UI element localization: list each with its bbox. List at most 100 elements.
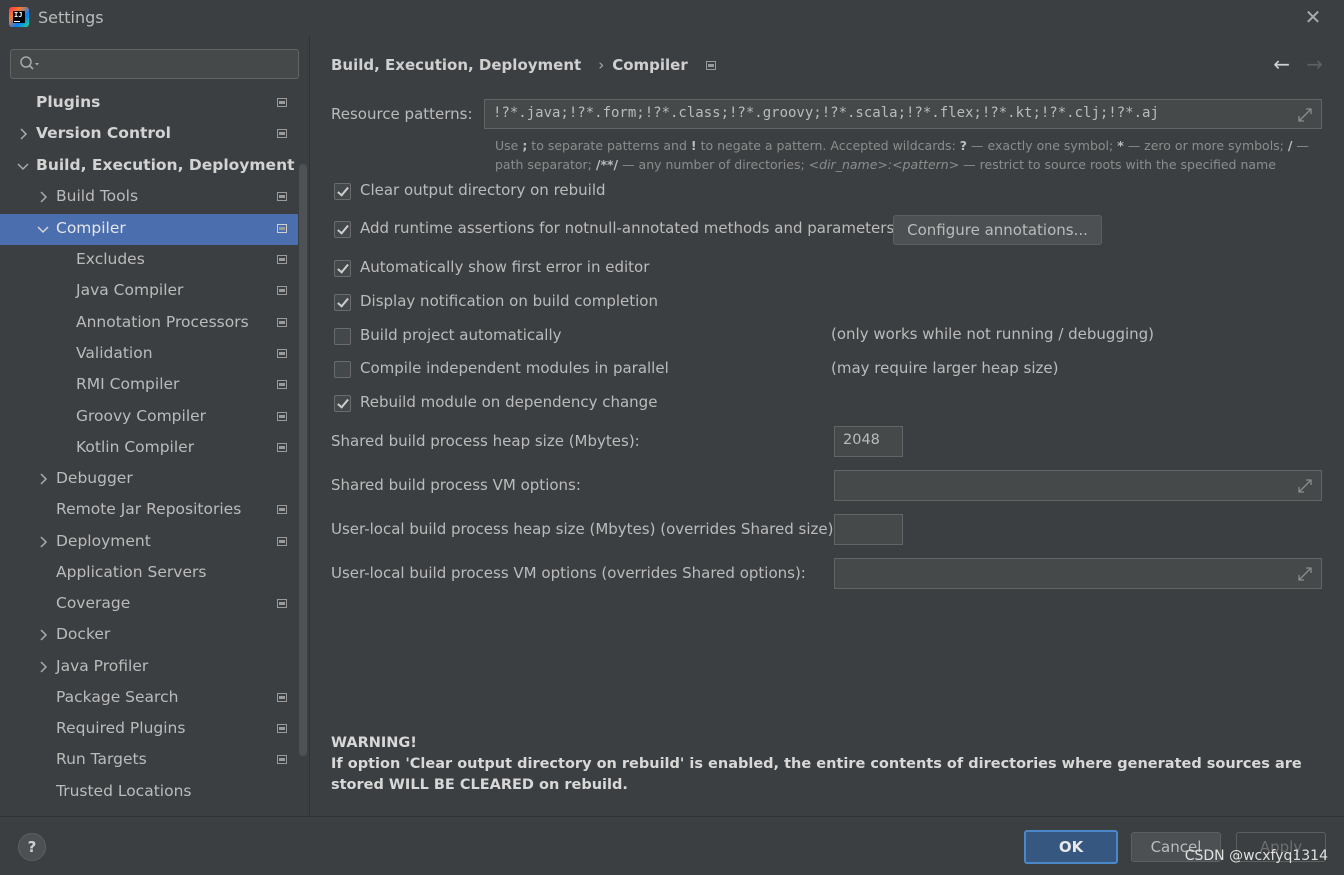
sidebar-item-label: Remote Jar Repositories [56,500,242,518]
sidebar-item-run-targets[interactable]: Run Targets [0,745,298,776]
sidebar-item-compiler[interactable]: Compiler [0,214,298,245]
sidebar-item-validation[interactable]: Validation [0,339,298,370]
sidebar-item-application-servers[interactable]: Application Servers [0,558,298,589]
sidebar-item-trusted-locations[interactable]: Trusted Locations [0,777,298,808]
configure-annotations-button[interactable]: Configure annotations... [893,215,1102,245]
sidebar-item-label: Version Control [36,124,171,142]
sidebar-scrollbar[interactable] [299,164,307,756]
resource-patterns-input[interactable]: !?*.java;!?*.form;!?*.class;!?*.groovy;!… [484,99,1322,129]
sidebar-item-label: Annotation Processors [76,313,249,331]
shared-heap-value: 2048 [843,432,880,448]
expand-icon[interactable] [1297,107,1313,123]
search-input[interactable] [10,49,299,79]
sidebar-item-excludes[interactable]: Excludes [0,245,298,276]
sidebar-item-version-control[interactable]: Version Control [0,119,298,150]
chevron-right-icon[interactable] [38,628,48,642]
sidebar-item-label: Debugger [56,469,133,487]
runtime-assertions-checkbox[interactable] [334,221,351,238]
sidebar-item-label: Java Compiler [76,281,184,299]
warning-title: WARNING! [331,735,417,751]
dialog-footer: ? OK Cancel Apply CSDN @wcxfyq1314 [0,816,1344,875]
sidebar-item-label: Required Plugins [56,719,186,737]
resource-patterns-label: Resource patterns: [331,105,473,123]
sidebar-item-java-compiler[interactable]: Java Compiler [0,276,298,307]
rebuild-on-change-label[interactable]: Rebuild module on dependency change [360,393,657,411]
chevron-right-icon[interactable] [38,472,48,486]
shared-heap-input[interactable]: 2048 [834,426,903,457]
hint-symbol: ? [959,138,968,153]
help-button[interactable]: ? [18,833,46,861]
clear-output-checkbox[interactable] [334,183,351,200]
project-scope-icon [277,505,287,514]
display-notification-label[interactable]: Display notification on build completion [360,292,658,310]
shared-vm-input[interactable] [834,470,1322,501]
sidebar-item-deployment[interactable]: Deployment [0,527,298,558]
project-scope-icon [277,443,287,452]
sidebar-item-required-plugins[interactable]: Required Plugins [0,714,298,745]
sidebar-item-label: Docker [56,625,111,643]
sidebar-item-build-tools[interactable]: Build Tools [0,182,298,213]
project-scope-icon [277,599,287,608]
sidebar-item-coverage[interactable]: Coverage [0,589,298,620]
ok-button[interactable]: OK [1024,830,1118,864]
sidebar-item-annotation-processors[interactable]: Annotation Processors [0,308,298,339]
project-scope-icon [277,98,287,107]
project-scope-icon [277,380,287,389]
sidebar-item-label: Coverage [56,594,131,612]
project-scope-icon [277,412,287,421]
build-automatically-note: (only works while not running / debuggin… [831,325,1155,343]
shared-heap-label: Shared build process heap size (Mbytes): [331,432,640,450]
sidebar-item-groovy-compiler[interactable]: Groovy Compiler [0,402,298,433]
hint-symbol: <dir_name>:<pattern> [808,157,960,172]
close-icon[interactable]: ✕ [1302,6,1324,28]
hint-text: — zero or more symbols; [1123,138,1288,153]
sidebar-item-label: Validation [76,344,153,362]
user-vm-input[interactable] [834,558,1322,589]
build-automatically-checkbox[interactable] [334,328,351,345]
sidebar-item-debugger[interactable]: Debugger [0,464,298,495]
display-notification-checkbox[interactable] [334,294,351,311]
chevron-down-icon[interactable] [36,225,50,235]
sidebar-item-label: Compiler [56,219,126,237]
sidebar-item-rmi-compiler[interactable]: RMI Compiler [0,370,298,401]
chevron-right-icon[interactable] [38,190,48,204]
sidebar-item-package-search[interactable]: Package Search [0,683,298,714]
expand-icon[interactable] [1297,566,1313,582]
expand-icon[interactable] [1297,478,1313,494]
back-arrow-icon[interactable]: ← [1273,52,1290,76]
compile-parallel-checkbox[interactable] [334,361,351,378]
user-vm-label: User-local build process VM options (ove… [331,564,806,582]
forward-arrow-icon[interactable]: → [1306,52,1323,76]
user-heap-label: User-local build process heap size (Mbyt… [331,520,839,538]
chevron-right-icon[interactable] [38,660,48,674]
sidebar-item-label: Run Targets [56,750,147,768]
sidebar-item-docker[interactable]: Docker [0,620,298,651]
rebuild-on-change-checkbox[interactable] [334,395,351,412]
chevron-right-icon[interactable] [18,127,28,141]
chevron-down-icon[interactable] [16,162,30,172]
user-heap-input[interactable] [834,514,903,545]
runtime-assertions-label[interactable]: Add runtime assertions for notnull-annot… [360,219,894,237]
sidebar-item-build-execution-deployment[interactable]: Build, Execution, Deployment [0,151,298,182]
sidebar-item-label: Deployment [56,532,151,550]
sidebar-item-plugins[interactable]: Plugins [0,88,298,119]
show-first-error-label[interactable]: Automatically show first error in editor [360,258,649,276]
compile-parallel-label[interactable]: Compile independent modules in parallel [360,359,669,377]
sidebar-item-java-profiler[interactable]: Java Profiler [0,652,298,683]
breadcrumb-parent[interactable]: Build, Execution, Deployment [331,56,581,74]
clear-output-label[interactable]: Clear output directory on rebuild [360,181,606,199]
resource-patterns-hint: Use ; to separate patterns and ! to nega… [495,136,1315,174]
hint-text: Use [495,138,523,153]
chevron-right-icon[interactable] [38,535,48,549]
resource-patterns-value: !?*.java;!?*.form;!?*.class;!?*.groovy;!… [493,105,1159,121]
sidebar-item-remote-jar-repositories[interactable]: Remote Jar Repositories [0,495,298,526]
project-scope-icon [277,349,287,358]
hint-text: — any number of directories; [618,157,809,172]
compiler-settings-panel: Build, Execution, Deployment › Compiler ← … [309,36,1344,816]
intellij-logo-icon: IJ [9,7,29,27]
build-automatically-label[interactable]: Build project automatically [360,326,562,344]
project-scope-icon [277,755,287,764]
show-first-error-checkbox[interactable] [334,260,351,277]
project-scope-icon [277,318,287,327]
sidebar-item-kotlin-compiler[interactable]: Kotlin Compiler [0,433,298,464]
